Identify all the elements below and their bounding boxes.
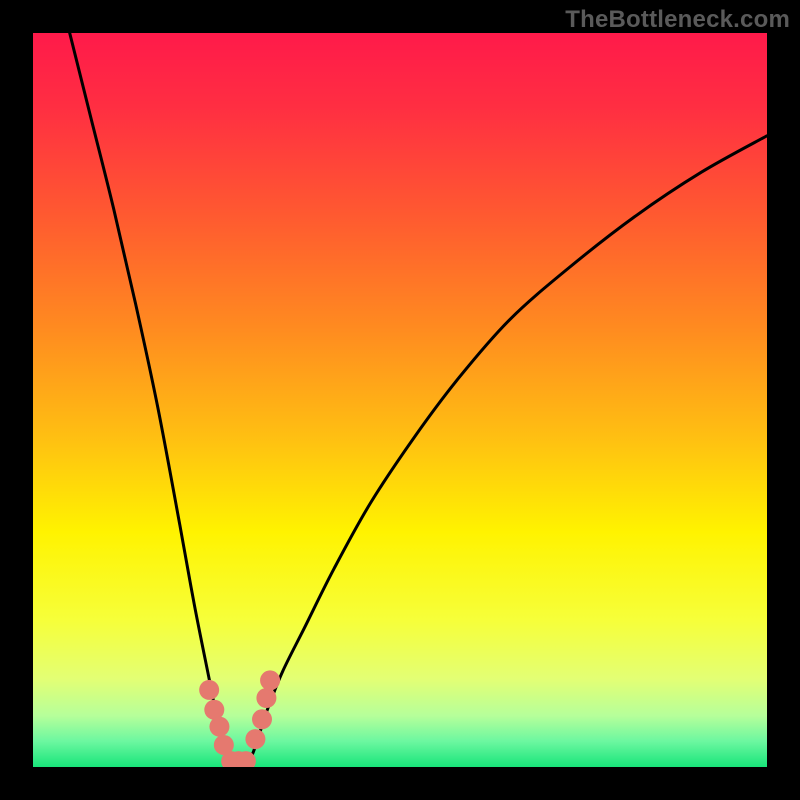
outer-frame: TheBottleneck.com [0,0,800,800]
optimal-dot [256,688,276,708]
watermark-text: TheBottleneck.com [565,6,790,34]
optimal-dot [204,700,224,720]
optimal-dot [199,680,219,700]
optimal-dot [252,709,272,729]
gradient-background [33,33,767,767]
optimal-dot [236,751,256,771]
optimal-dot [260,670,280,690]
bottleneck-chart [0,0,800,800]
optimal-dot [209,717,229,737]
optimal-dot [245,729,265,749]
